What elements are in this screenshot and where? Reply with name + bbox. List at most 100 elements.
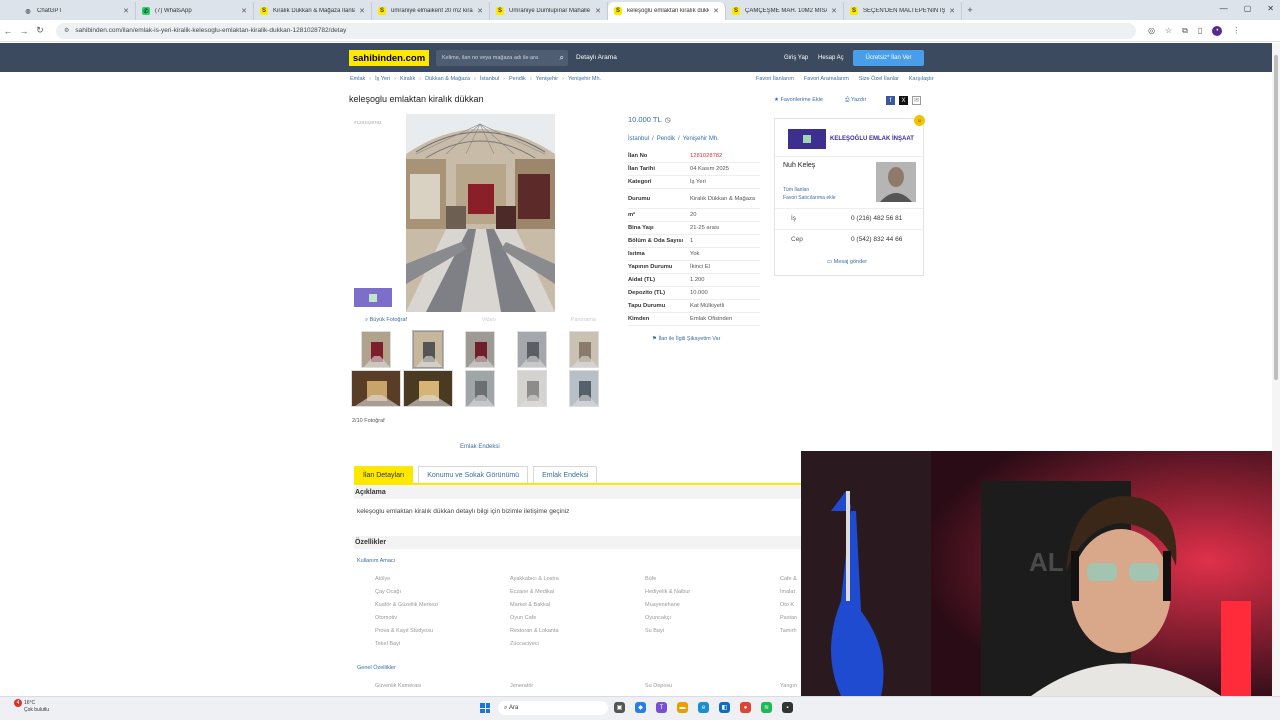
breadcrumb-item[interactable]: Emlak xyxy=(350,76,365,82)
detail-tab[interactable]: Emlak Endeksi xyxy=(533,466,598,484)
sidebar-icon[interactable]: ▯ xyxy=(1198,26,1202,35)
close-tab-icon[interactable]: ✕ xyxy=(831,7,837,15)
detail-tab[interactable]: Konumu ve Sokak Görünümü xyxy=(418,466,529,484)
url-field[interactable]: ⚙ sahibinden.com/ilan/emlak-is-yeri-kira… xyxy=(56,22,1136,39)
store-icon[interactable]: ◧ xyxy=(719,702,730,713)
facebook-icon[interactable]: f xyxy=(886,96,895,105)
photo-thumbnail[interactable] xyxy=(412,330,444,369)
phone-number[interactable]: 0 (542) 832 44 66 xyxy=(851,236,902,243)
close-tab-icon[interactable]: ✕ xyxy=(595,7,601,15)
incognito-icon[interactable]: ◎ xyxy=(1148,26,1155,35)
company-logo[interactable] xyxy=(788,129,826,149)
photo-thumbnail[interactable] xyxy=(517,331,547,368)
browser-tab[interactable]: ✆ (7) WhatsApp ✕ xyxy=(136,2,254,20)
chrome-icon[interactable]: ● xyxy=(740,702,751,713)
maximize-icon[interactable]: ▢ xyxy=(1244,4,1252,13)
email-icon[interactable]: ✉ xyxy=(912,96,921,105)
breadcrumb-item[interactable]: Dükkan & Mağaza xyxy=(425,76,470,82)
teams-icon[interactable]: T xyxy=(656,702,667,713)
real-estate-index-link[interactable]: Emlak Endeksi xyxy=(460,444,500,450)
top-link[interactable]: Favori Aramalarım xyxy=(804,76,849,82)
main-photo[interactable] xyxy=(406,114,555,312)
x-icon[interactable]: X xyxy=(899,96,908,105)
detailed-search-link[interactable]: Detaylı Arama xyxy=(576,54,617,61)
forward-icon[interactable]: → xyxy=(16,26,32,36)
register-link[interactable]: Hesap Aç xyxy=(818,55,844,61)
login-link[interactable]: Giriş Yap xyxy=(784,55,808,61)
breadcrumb-item[interactable]: İş Yeri xyxy=(375,76,390,82)
big-photo-link[interactable]: ⌕ Büyük Fotoğraf xyxy=(365,317,407,324)
location-link[interactable]: İstanbul xyxy=(628,136,649,142)
photo-thumbnail[interactable] xyxy=(465,370,495,407)
video-link[interactable]: Video xyxy=(482,317,496,323)
minimize-icon[interactable]: — xyxy=(1220,4,1228,13)
reload-icon[interactable]: ↻ xyxy=(32,25,48,36)
site-logo[interactable]: sahibinden.com xyxy=(349,50,429,66)
scrollbar-thumb[interactable] xyxy=(1274,55,1278,380)
browser-tab[interactable]: ◎ ChatGPT ✕ xyxy=(18,2,136,20)
new-tab-button[interactable]: + xyxy=(962,5,978,15)
add-favorite-link[interactable]: ★ Favorilerime Ekle xyxy=(774,97,823,103)
breadcrumb-item[interactable]: Yenişehir Mh. xyxy=(568,76,601,82)
browser-tab[interactable]: Sümraniye elmaikent 20 m2 kira ✕ xyxy=(372,2,490,20)
browser-tab[interactable]: Skeleşoglu emlaktan kiralık dükk ✕ xyxy=(608,2,726,20)
copilot-icon[interactable]: ◆ xyxy=(635,702,646,713)
photo-thumbnail[interactable] xyxy=(465,331,495,368)
file-explorer-icon[interactable]: ▬ xyxy=(677,702,688,713)
page-scrollbar[interactable] xyxy=(1272,43,1280,696)
detail-tab[interactable]: İlan Detayları xyxy=(354,466,414,484)
photo-thumbnail[interactable] xyxy=(569,370,599,407)
close-tab-icon[interactable]: ✕ xyxy=(359,7,365,15)
bookmark-star-icon[interactable]: ☆ xyxy=(1165,26,1172,35)
back-icon[interactable]: ← xyxy=(0,26,16,36)
close-tab-icon[interactable]: ✕ xyxy=(123,7,129,15)
location-link[interactable]: Yenişehir Mh. xyxy=(683,136,719,142)
menu-icon[interactable]: ⋮ xyxy=(1232,26,1240,35)
browser-tab[interactable]: S Ümraniye Dumlupınar Mahalle ✕ xyxy=(490,2,608,20)
task-view-icon[interactable]: ▣ xyxy=(614,702,625,713)
report-link[interactable]: ⚑ İlan ile İlgili Şikayetim Var xyxy=(652,336,720,342)
favorite-seller-link[interactable]: Favori Satıcılarıma ekle xyxy=(783,195,836,201)
windows-start-icon[interactable] xyxy=(480,703,490,713)
close-tab-icon[interactable]: ✕ xyxy=(241,7,247,15)
close-tab-icon[interactable]: ✕ xyxy=(713,7,719,15)
browser-tab[interactable]: S Kiralık Dükkan & Mağaza İlanla ✕ xyxy=(254,2,372,20)
close-tab-icon[interactable]: ✕ xyxy=(949,7,955,15)
all-listings-link[interactable]: Tüm İlanları xyxy=(783,187,809,193)
breadcrumb-item[interactable]: Yenişehir xyxy=(536,76,558,82)
browser-tab[interactable]: S ÇAMÇEŞME MAH. 10M2 MİSAF ✕ xyxy=(726,2,844,20)
site-info-icon[interactable]: ⚙ xyxy=(64,27,69,34)
breadcrumb-item[interactable]: İstanbul xyxy=(480,76,499,82)
close-tab-icon[interactable]: ✕ xyxy=(477,7,483,15)
breadcrumb-item[interactable]: Pendik xyxy=(509,76,526,82)
photo-thumbnail[interactable] xyxy=(351,370,401,407)
top-link[interactable]: Size Özel İlanlar xyxy=(859,76,899,82)
top-link[interactable]: Favori İlanlarım xyxy=(756,76,794,82)
location-link[interactable]: Pendik xyxy=(657,136,675,142)
browser-tab[interactable]: S SEÇEN'DEN MALTEPE'NİN İŞLE ✕ xyxy=(844,2,962,20)
extension-badge-icon[interactable]: ☺ xyxy=(914,115,925,126)
photo-thumbnail[interactable] xyxy=(361,331,391,368)
price-history-icon[interactable]: ◷ xyxy=(665,117,671,124)
panorama-link[interactable]: Panorama xyxy=(571,317,596,323)
edge-icon[interactable]: e xyxy=(698,702,709,713)
send-message-link[interactable]: ▭ Mesaj gönder xyxy=(827,259,867,265)
search-input[interactable]: Kelime, ilan no veya mağaza adı ile ara … xyxy=(436,50,568,66)
photo-thumbnail[interactable] xyxy=(403,370,453,407)
top-link[interactable]: Karşılaştır xyxy=(909,76,934,82)
photo-thumbnail[interactable] xyxy=(569,331,599,368)
search-icon[interactable]: ⌕ xyxy=(560,53,564,63)
post-ad-button[interactable]: Ücretsiz* İlan Ver xyxy=(853,50,924,66)
weather-widget[interactable]: 16°C Çok bulutlu xyxy=(24,700,49,714)
extensions-icon[interactable]: ⧉ xyxy=(1182,26,1188,36)
app-icon[interactable]: ▪ xyxy=(782,702,793,713)
phone-number[interactable]: 0 (216) 482 56 81 xyxy=(851,215,902,222)
avatar[interactable]: • xyxy=(1212,25,1223,36)
company-name[interactable]: KELEŞOĞLU EMLAK İNŞAAT xyxy=(830,136,914,142)
photo-thumbnail[interactable] xyxy=(517,370,547,407)
taskbar-search[interactable]: ⌕ Ara xyxy=(498,701,608,715)
breadcrumb-item[interactable]: Kiralık xyxy=(400,76,415,82)
close-icon[interactable]: ✕ xyxy=(1267,4,1274,13)
print-link[interactable]: ⎙ Yazdır xyxy=(845,97,866,104)
spotify-icon[interactable]: ≋ xyxy=(761,702,772,713)
